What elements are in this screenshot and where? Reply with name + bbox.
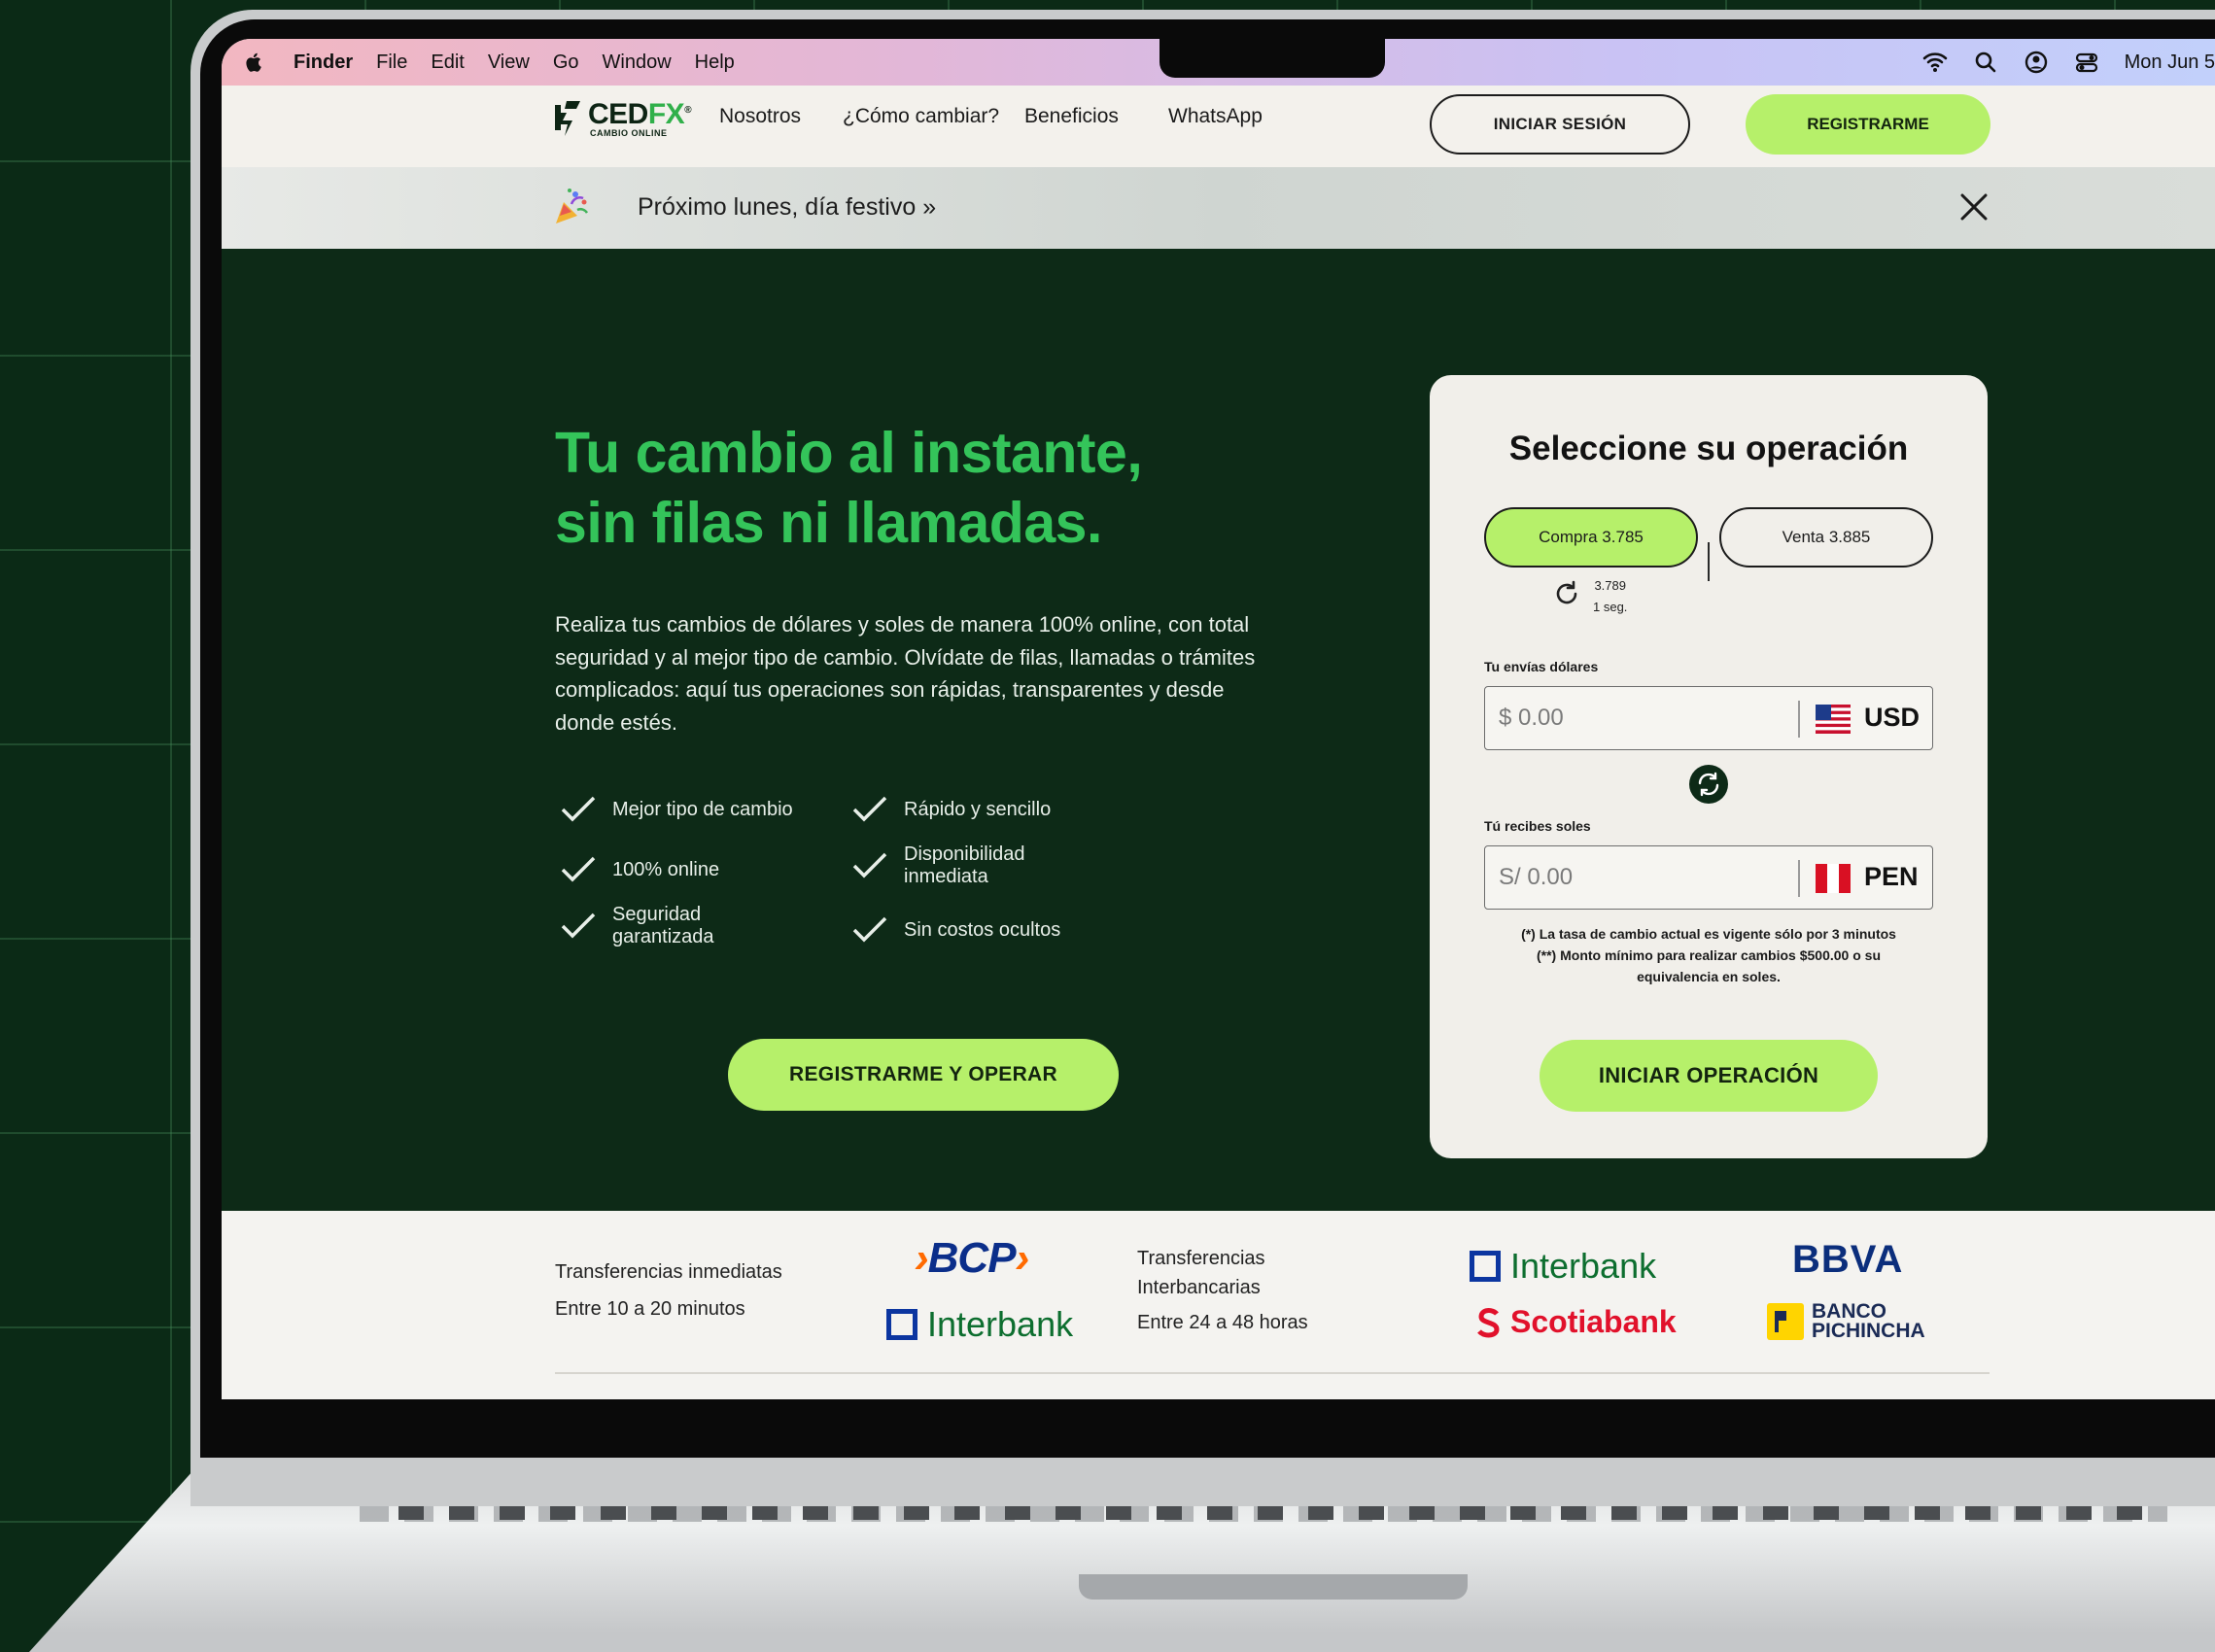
hero-description: Realiza tus cambios de dólares y soles d…	[555, 612, 1256, 735]
logo-tagline: CAMBIO ONLINE	[590, 127, 668, 138]
note-minimum-amount: (**) Monto mínimo para realizar cambios …	[1537, 947, 1881, 963]
pichincha-mark-icon	[1767, 1303, 1804, 1340]
interbank-transfers-title-2: Interbancarias	[1137, 1277, 1261, 1298]
tab-divider	[1708, 542, 1710, 581]
menu-finder[interactable]: Finder	[294, 52, 353, 74]
immediate-transfers-title: Transferencias inmediatas	[555, 1261, 782, 1283]
receive-amount-field: PEN	[1484, 845, 1933, 910]
us-flag-icon	[1816, 705, 1851, 734]
scotiabank-logo: Scotiabank	[1473, 1304, 1677, 1340]
laptop-screen: Finder File Edit View Go Window Help Mon…	[222, 39, 2215, 1399]
pichincha-name: BANCO PICHINCHA	[1812, 1300, 1925, 1342]
menu-go[interactable]: Go	[553, 52, 579, 74]
menu-window[interactable]: Window	[603, 52, 672, 74]
interbank-logo: Interbank	[1470, 1246, 1656, 1287]
spotlight-search-icon[interactable]	[1973, 50, 1998, 75]
live-rate: 3.789 1 seg.	[1593, 575, 1627, 618]
bcp-logo: › BCP ›	[915, 1234, 1029, 1282]
banks-section: Transferencias inmediatas Entre 10 a 20 …	[222, 1211, 2215, 1399]
tab-venta[interactable]: Venta 3.885	[1719, 507, 1933, 568]
immediate-transfers-time: Entre 10 a 20 minutos	[555, 1298, 745, 1320]
check-icon	[561, 796, 596, 822]
interbank-mark	[1470, 1251, 1501, 1282]
check-icon	[561, 912, 596, 939]
nav-como-cambiar[interactable]: ¿Cómo cambiar?	[843, 105, 999, 128]
tab-compra[interactable]: Compra 3.785	[1484, 507, 1698, 568]
live-rate-timer: 1 seg.	[1593, 600, 1628, 614]
note-rate-validity: (*) La tasa de cambio actual es vigente …	[1521, 926, 1896, 942]
field-separator	[1798, 701, 1800, 738]
hero-title-line-1: Tu cambio al instante,	[555, 421, 1143, 485]
send-amount-input[interactable]	[1499, 701, 1781, 736]
party-popper-icon	[556, 189, 589, 224]
menu-status-area: Mon Jun 5	[1922, 39, 2215, 86]
menu-help[interactable]: Help	[695, 52, 735, 74]
scotiabank-mark-icon	[1477, 1307, 1500, 1337]
feature-item: Sin costos ocultos	[851, 915, 1060, 945]
logo-text: CEDFX® CAMBIO ONLINE	[588, 97, 692, 138]
check-icon	[852, 916, 887, 943]
login-button[interactable]: INICIAR SESIÓN	[1430, 94, 1690, 155]
close-icon[interactable]	[1957, 190, 1990, 224]
start-operation-button[interactable]: INICIAR OPERACIÓN	[1540, 1040, 1878, 1112]
receive-currency[interactable]: PEN	[1864, 862, 1919, 892]
refresh-icon[interactable]	[1552, 579, 1581, 608]
logo-mark-icon	[555, 101, 580, 136]
camera-notch	[1159, 39, 1385, 78]
interbank-transfers-title-1: Transferencias	[1137, 1248, 1265, 1269]
exchange-card: Seleccione su operación Compra 3.785 Ven…	[1430, 375, 1988, 1158]
hero-section: Tu cambio al instante, sin filas ni llam…	[222, 249, 2215, 1211]
menu-clock[interactable]: Mon Jun 5	[2125, 52, 2215, 74]
feature-item: 100% online	[560, 855, 719, 884]
feature-item: Disponibilidad inmediata	[851, 843, 1025, 888]
nav-whatsapp[interactable]: WhatsApp	[1168, 105, 1263, 128]
wifi-icon[interactable]	[1922, 50, 1948, 75]
menu-view[interactable]: View	[488, 52, 530, 74]
card-title: Seleccione su operación	[1508, 430, 1909, 467]
register-and-operate-button[interactable]: REGISTRARME Y OPERAR	[728, 1039, 1119, 1111]
send-label: Tu envías dólares	[1484, 659, 1599, 674]
menu-edit[interactable]: Edit	[431, 52, 464, 74]
laptop-keyboard-row	[398, 1506, 2167, 1520]
send-amount-field: USD	[1484, 686, 1933, 750]
announcement-text[interactable]: Próximo lunes, día festivo »	[638, 193, 936, 222]
note-minimum-amount-cont: equivalencia en soles.	[1637, 969, 1781, 984]
check-icon	[852, 796, 887, 822]
user-account-icon[interactable]	[2024, 50, 2049, 75]
feature-item: Mejor tipo de cambio	[560, 795, 793, 824]
interbank-mark	[886, 1309, 917, 1340]
laptop-hinge-notch	[1079, 1574, 1468, 1600]
send-currency[interactable]: USD	[1864, 703, 1920, 733]
peru-flag-icon	[1816, 864, 1851, 893]
nav-nosotros[interactable]: Nosotros	[719, 105, 801, 128]
interbank-transfers: Transferencias Interbancarias Entre 24 a…	[1137, 1244, 1308, 1337]
nav-beneficios[interactable]: Beneficios	[1024, 105, 1119, 128]
hero-title: Tu cambio al instante, sin filas ni llam…	[555, 418, 1143, 558]
banco-pichincha-logo: BANCO PICHINCHA	[1767, 1300, 1925, 1342]
announcement-bar: Próximo lunes, día festivo »	[222, 167, 2215, 249]
bbva-logo: BBVA	[1792, 1238, 1904, 1281]
immediate-transfers: Transferencias inmediatas Entre 10 a 20 …	[555, 1257, 782, 1324]
interbank-logo: Interbank	[886, 1304, 1073, 1345]
field-separator	[1798, 860, 1800, 897]
control-center-icon[interactable]	[2074, 50, 2099, 75]
feature-item: Rápido y sencillo	[851, 795, 1051, 824]
logo-wordmark: CEDFX®	[588, 97, 692, 130]
receive-amount-input[interactable]	[1499, 860, 1781, 895]
swap-currency-icon[interactable]	[1688, 764, 1729, 805]
check-icon	[852, 852, 887, 878]
interbank-transfers-time: Entre 24 a 48 horas	[1137, 1312, 1308, 1333]
apple-icon[interactable]	[245, 52, 264, 73]
feature-item: Seguridad garantizada	[560, 904, 714, 948]
live-rate-value: 3.789	[1594, 578, 1626, 593]
check-icon	[561, 856, 596, 882]
hero-title-line-2: sin filas ni llamadas.	[555, 491, 1102, 555]
menu-file[interactable]: File	[376, 52, 407, 74]
receive-label: Tú recibes soles	[1484, 818, 1591, 834]
register-button[interactable]: REGISTRARME	[1746, 94, 1990, 155]
card-notes: (*) La tasa de cambio actual es vigente …	[1469, 923, 1949, 987]
banks-divider	[555, 1372, 1990, 1374]
cedfx-logo[interactable]: CEDFX® CAMBIO ONLINE	[553, 97, 692, 138]
